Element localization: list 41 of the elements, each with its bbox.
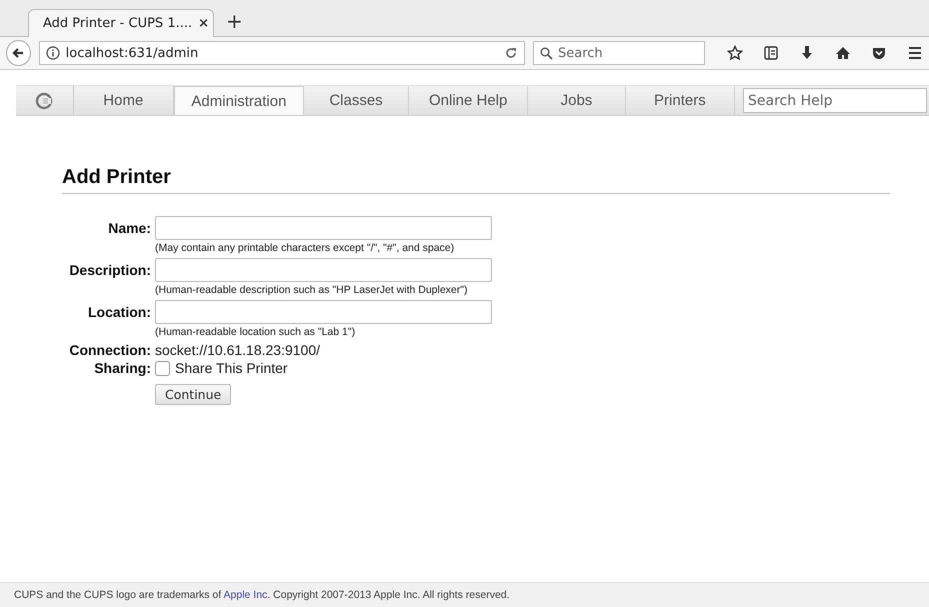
- new-tab-button[interactable]: +: [220, 9, 249, 36]
- input-field[interactable]: [155, 216, 492, 240]
- pocket-icon[interactable]: [871, 45, 887, 61]
- info-icon[interactable]: [46, 46, 60, 60]
- footer-link[interactable]: Apple Inc.: [224, 589, 270, 601]
- nav-tab[interactable]: Jobs: [528, 86, 626, 115]
- footer-text: CUPS and the CUPS logo are trademarks of Apple Inc. Copyright 2007-2013 Apple Inc. All rights reserved.: [14, 589, 510, 601]
- logo-icon[interactable]: [35, 92, 54, 110]
- field-label: Name:: [107, 220, 151, 236]
- close-tab-button[interactable]: ×: [198, 16, 210, 31]
- bookmark-star-icon[interactable]: [727, 45, 743, 61]
- menu-icon[interactable]: [907, 45, 923, 61]
- home-icon[interactable]: [835, 45, 851, 61]
- connection-value: socket://10.61.18.23:9100/: [155, 342, 322, 358]
- field-hint: (Human-readable description such as "HP LaserJet with Duplexer"): [155, 284, 468, 296]
- input-field[interactable]: [155, 300, 492, 324]
- nav-tab[interactable]: Printers: [626, 86, 736, 115]
- back-arrow-icon: [11, 46, 26, 60]
- page-title: Add Printer: [62, 166, 890, 194]
- field-label: Description:: [68, 262, 151, 278]
- field-hint: (May contain any printable characters except "/", "#", and space): [155, 242, 456, 254]
- browser-search-field[interactable]: Search: [533, 41, 705, 65]
- field-hint: (Human-readable location such as "Lab 1"): [155, 326, 356, 338]
- search-icon: [540, 47, 553, 60]
- reload-icon[interactable]: [504, 46, 518, 60]
- checkbox[interactable]: [155, 360, 170, 376]
- field-label: Connection:: [68, 342, 151, 358]
- field-label: Location:: [87, 304, 151, 320]
- back-button[interactable]: [6, 40, 31, 66]
- reading-list-icon[interactable]: [763, 45, 779, 61]
- search-help-field[interactable]: Search Help: [743, 88, 928, 113]
- download-icon[interactable]: [799, 45, 815, 61]
- input-field[interactable]: [155, 258, 492, 282]
- continue-button[interactable]: Continue: [155, 384, 232, 405]
- browser-tab[interactable]: Add Printer - CUPS 1.... ×: [28, 9, 214, 37]
- checkbox-label[interactable]: Share This Printer: [175, 360, 288, 376]
- field-label: Sharing:: [93, 360, 151, 376]
- nav-tab[interactable]: Classes: [304, 86, 410, 115]
- address-field[interactable]: localhost:631/admin: [38, 41, 525, 65]
- nav-tab[interactable]: Administration: [174, 86, 304, 115]
- nav-tab[interactable]: Online Help: [409, 86, 528, 115]
